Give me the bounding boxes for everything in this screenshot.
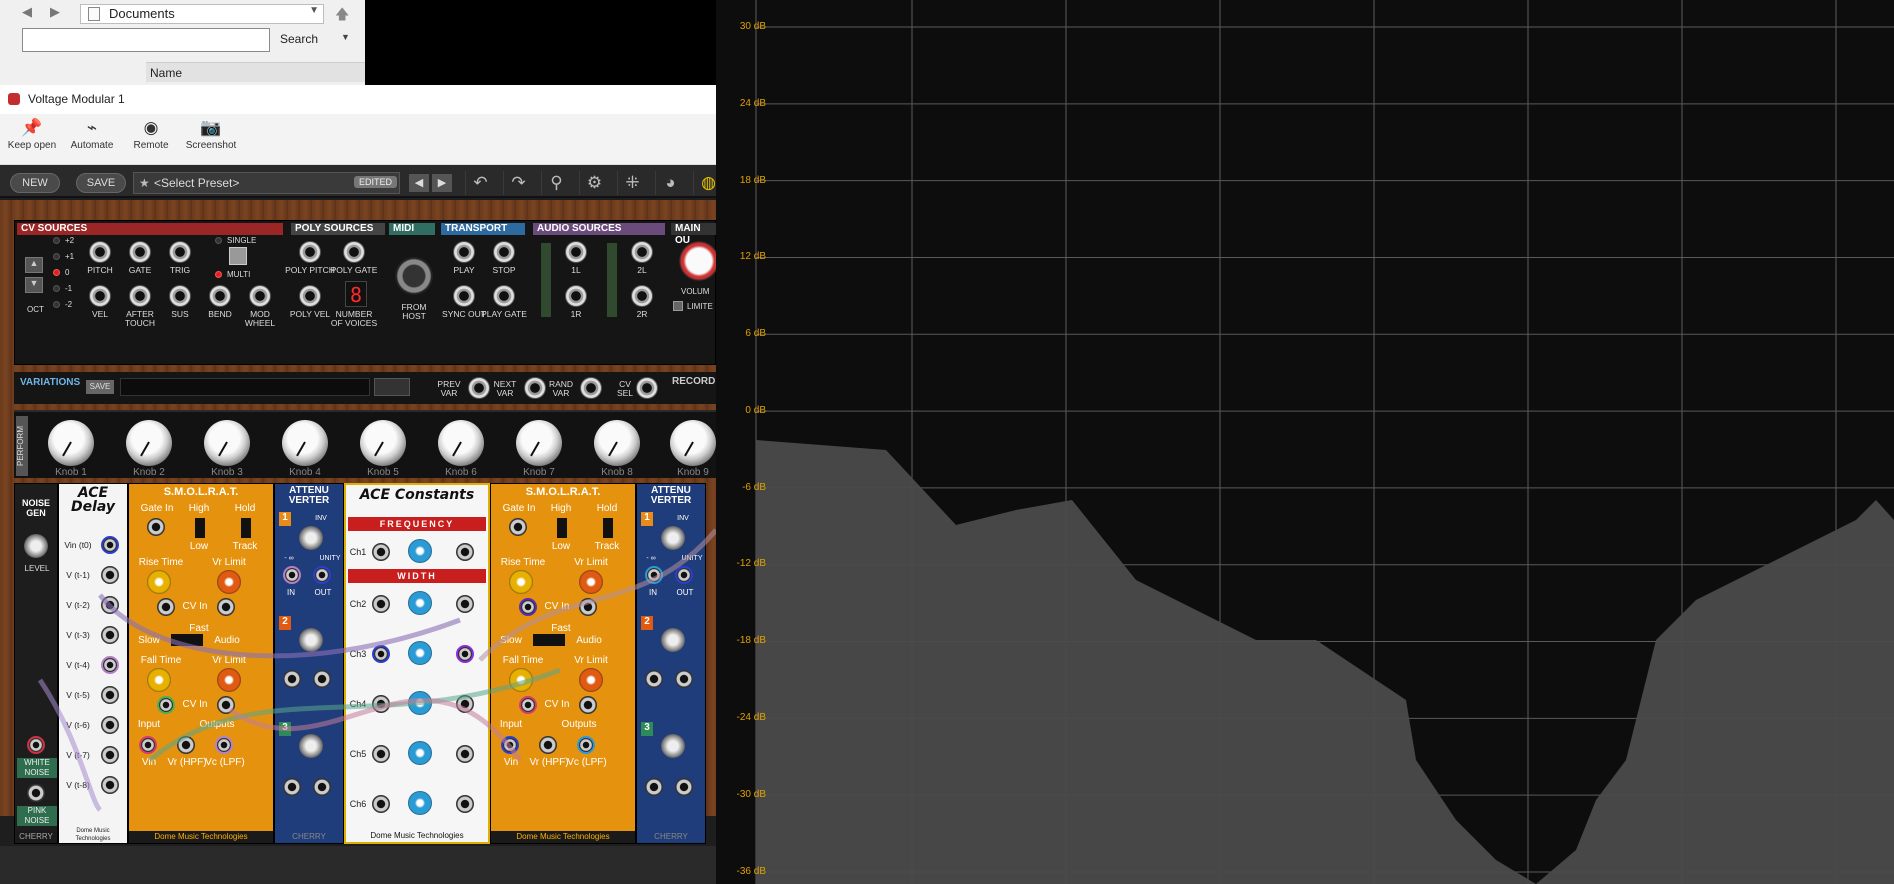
window-toolbar: 📌 Keep open ⌁ Automate ◉ Remote 📷 Screenshot [0, 114, 716, 165]
patch-cables [37, 528, 716, 812]
undo-icon[interactable]: ↶ [465, 171, 495, 195]
automate-label: Automate [70, 140, 114, 151]
remote-button[interactable]: ◉ Remote [119, 118, 183, 151]
spectrum-plot [755, 0, 1894, 884]
smolrat-footer: Dome Music Technologies [491, 831, 635, 843]
grid-icon[interactable]: ⁜ [617, 171, 647, 195]
search-dropdown-icon[interactable]: ▼ [341, 32, 350, 42]
next-preset-icon[interactable]: ▶ [432, 174, 452, 192]
module-rack: CV SOURCES POLY SOURCES MIDI TRANSPORT A… [0, 200, 719, 844]
search-label: Search [280, 32, 319, 46]
gear-icon[interactable]: ⚙ [579, 171, 609, 195]
automate-icon: ⌁ [86, 118, 98, 137]
pin-icon: 📌 [21, 118, 43, 137]
name-column-header[interactable]: Name [146, 62, 365, 82]
window-titlebar: Voltage Modular 1 [0, 85, 716, 114]
address-text: Documents [109, 6, 175, 21]
camera-icon: 📷 [200, 118, 222, 137]
noise-footer: CHERRY [15, 831, 57, 843]
document-icon [88, 7, 100, 21]
search-input[interactable] [22, 28, 270, 52]
y-tick-label: 6 dB [745, 328, 766, 339]
voltage-modular-window: Voltage Modular 1 📌 Keep open ⌁ Automate ◉… [0, 85, 719, 884]
preset-name: <Select Preset> [154, 176, 240, 190]
automate-button[interactable]: ⌁ Automate [60, 118, 124, 151]
remote-icon: ◉ [143, 118, 159, 137]
keep-open-label: Keep open [7, 140, 57, 151]
y-tick-label: -36 dB [736, 866, 766, 877]
up-arrow-icon[interactable]: 🡅 [335, 4, 349, 28]
cable [37, 678, 102, 812]
y-tick-label: -12 dB [736, 558, 766, 569]
vm-top-bar: NEW SAVE ★ <Select Preset> EDITED ◀ ▶ ↶ … [0, 165, 716, 198]
y-tick-label: -30 dB [736, 789, 766, 800]
window-title: Voltage Modular 1 [28, 92, 125, 106]
color-wheel-icon[interactable]: ◕ [655, 171, 685, 195]
y-tick-label: -6 dB [742, 482, 766, 493]
file-explorer-fragment: ◀ ▶ Documents ▼ 🡅 Search ▼ Name [0, 0, 365, 85]
y-tick-label: 24 dB [739, 98, 766, 109]
constants-footer: Dome Music Technologies [346, 830, 488, 842]
y-tick-label: 0 dB [745, 405, 766, 416]
cable [478, 528, 716, 662]
edited-badge: EDITED [354, 176, 398, 188]
attenuverter-footer: CHERRY [637, 831, 705, 843]
y-tick-label: 12 dB [739, 251, 766, 262]
redo-icon[interactable]: ↷ [503, 171, 533, 195]
forward-arrow-icon[interactable]: ▶ [44, 4, 66, 20]
prev-preset-icon[interactable]: ◀ [409, 174, 429, 192]
zoom-icon[interactable]: ⚲ [541, 171, 571, 195]
y-tick-label: 30 dB [739, 21, 766, 32]
new-button[interactable]: NEW [10, 173, 60, 193]
y-tick-label: -24 dB [736, 712, 766, 723]
delay-footer: Dome Music Technologies [59, 827, 127, 843]
keep-open-button[interactable]: 📌 Keep open [0, 118, 64, 151]
attenuverter-footer: CHERRY [275, 831, 343, 843]
back-arrow-icon[interactable]: ◀ [16, 4, 38, 20]
smolrat-footer: Dome Music Technologies [129, 831, 273, 843]
cable [98, 593, 461, 659]
remote-label: Remote [133, 140, 169, 151]
y-tick-label: 18 dB [739, 175, 766, 186]
spectrum-curve [756, 440, 1894, 884]
window-bottom-strip [0, 846, 716, 884]
chevron-down-icon[interactable]: ▼ [309, 5, 319, 16]
save-button[interactable]: SAVE [76, 173, 126, 193]
y-tick-label: -18 dB [736, 635, 766, 646]
address-bar[interactable]: Documents ▼ [80, 4, 324, 24]
screenshot-button[interactable]: 📷 Screenshot [179, 118, 243, 151]
star-icon[interactable]: ★ [139, 173, 150, 193]
app-icon [8, 93, 20, 105]
spectrum-analyzer: 30 dB 24 dB 18 dB 12 dB 6 dB 0 dB -6 dB … [716, 0, 1894, 884]
screenshot-label: Screenshot [185, 140, 237, 151]
